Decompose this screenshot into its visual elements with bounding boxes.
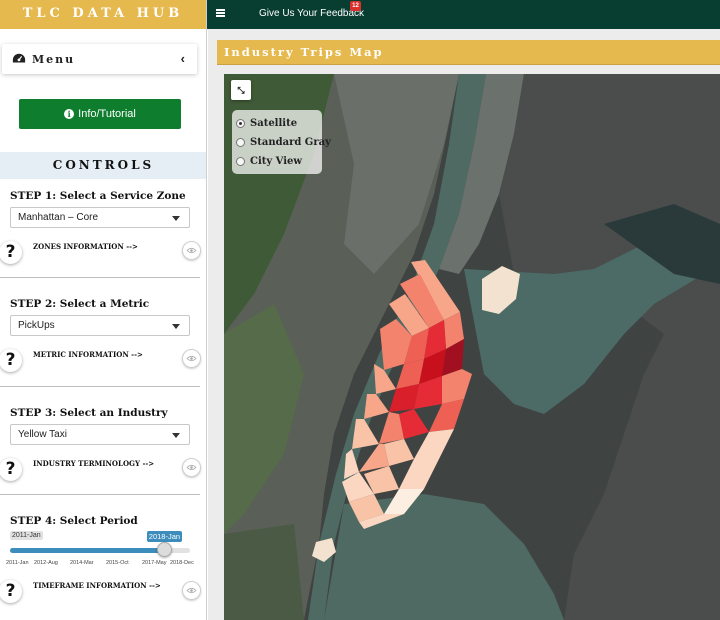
layer-label: City View — [250, 156, 303, 167]
info-tutorial-label: Info/Tutorial — [78, 108, 136, 120]
radio-icon[interactable] — [236, 157, 245, 166]
question-icon[interactable]: ? — [0, 458, 22, 481]
period-slider-fill — [10, 548, 165, 553]
step1-title: STEP 1: Select a Service Zone — [10, 190, 186, 202]
slider-min-label: 2011-Jan — [10, 531, 43, 540]
radio-icon[interactable] — [236, 138, 245, 147]
slider-value-label: 2018-Jan — [146, 531, 183, 542]
question-icon[interactable]: ? — [0, 349, 22, 372]
menu-label: Menu — [32, 52, 76, 66]
choropleth-zones — [342, 260, 472, 529]
metric-value: PickUps — [18, 320, 55, 331]
timeframe-info-toggle[interactable] — [182, 581, 201, 600]
brand-title: TLC DATA HUB — [0, 0, 206, 29]
eye-icon — [186, 587, 197, 594]
divider — [0, 277, 200, 278]
service-zone-select[interactable]: Manhattan – Core — [10, 207, 190, 228]
slider-tick-label: 2018-Dec — [170, 560, 194, 566]
industry-value: Yellow Taxi — [18, 429, 67, 440]
divider — [0, 494, 200, 495]
industry-trips-map[interactable]: ⤡ Satellite Standard Gray City View — [224, 74, 720, 620]
period-slider-handle[interactable] — [156, 542, 172, 557]
eye-icon — [186, 355, 197, 362]
service-zone-value: Manhattan – Core — [18, 212, 99, 223]
metric-info-toggle[interactable] — [182, 349, 201, 368]
question-icon[interactable]: ? — [0, 580, 22, 603]
dashboard-icon — [12, 53, 26, 63]
question-icon[interactable]: ? — [0, 241, 22, 264]
metric-info-label: METRIC INFORMATION --> — [33, 350, 143, 359]
industry-info-label: INDUSTRY TERMINOLOGY --> — [33, 459, 155, 468]
caret-down-icon — [172, 433, 180, 438]
slider-tick-label: 2015-Oct — [106, 560, 129, 566]
step2-title: STEP 2: Select a Metric — [10, 298, 150, 310]
slider-tick-label: 2017-May — [142, 560, 167, 566]
slider-tick-label: 2012-Aug — [34, 560, 58, 566]
basemap-layer-control: Satellite Standard Gray City View — [232, 110, 331, 174]
controls-title: CONTROLS — [0, 152, 206, 179]
slider-tick-label: 2014-Mar — [70, 560, 94, 566]
info-icon: i — [64, 109, 75, 119]
map-panel-title: Industry Trips Map — [224, 45, 384, 59]
layer-label: Satellite — [250, 118, 298, 129]
industry-select[interactable]: Yellow Taxi — [10, 424, 190, 445]
top-navbar: Give Us Your Feedback 12 — [207, 0, 720, 29]
zones-info-toggle[interactable] — [182, 241, 201, 260]
timeframe-info-label: TIMEFRAME INFORMATION --> — [33, 581, 161, 590]
menu-header[interactable]: Menu ‹ — [2, 44, 197, 74]
layer-option-city-view[interactable]: City View — [236, 152, 318, 171]
layer-label: Standard Gray — [250, 137, 331, 148]
industry-info-toggle[interactable] — [182, 458, 201, 477]
eye-icon — [186, 464, 197, 471]
feedback-link[interactable]: Give Us Your Feedback — [259, 8, 364, 19]
caret-down-icon — [172, 324, 180, 329]
sidebar: TLC DATA HUB Menu ‹ i Info/Tutorial CONT… — [0, 0, 207, 620]
chevron-left-icon[interactable]: ‹ — [181, 51, 185, 66]
metric-select[interactable]: PickUps — [10, 315, 190, 336]
radio-selected-icon[interactable] — [236, 119, 245, 128]
divider — [0, 386, 200, 387]
notification-badge: 12 — [350, 1, 361, 11]
fullscreen-icon[interactable]: ⤡ — [231, 80, 251, 100]
layer-option-standard-gray[interactable]: Standard Gray — [236, 133, 331, 152]
layer-option-satellite[interactable]: Satellite — [236, 114, 318, 133]
step3-title: STEP 3: Select an Industry — [10, 407, 168, 419]
slider-tick-label: 2011-Jan — [6, 560, 29, 566]
hamburger-menu-icon[interactable] — [216, 9, 225, 17]
caret-down-icon — [172, 216, 180, 221]
step4-title: STEP 4: Select Period — [10, 515, 138, 527]
map-panel-header: Industry Trips Map — [217, 40, 720, 65]
info-tutorial-button[interactable]: i Info/Tutorial — [19, 99, 181, 129]
eye-icon — [186, 247, 197, 254]
zones-info-label: ZONES INFORMATION --> — [33, 242, 138, 251]
